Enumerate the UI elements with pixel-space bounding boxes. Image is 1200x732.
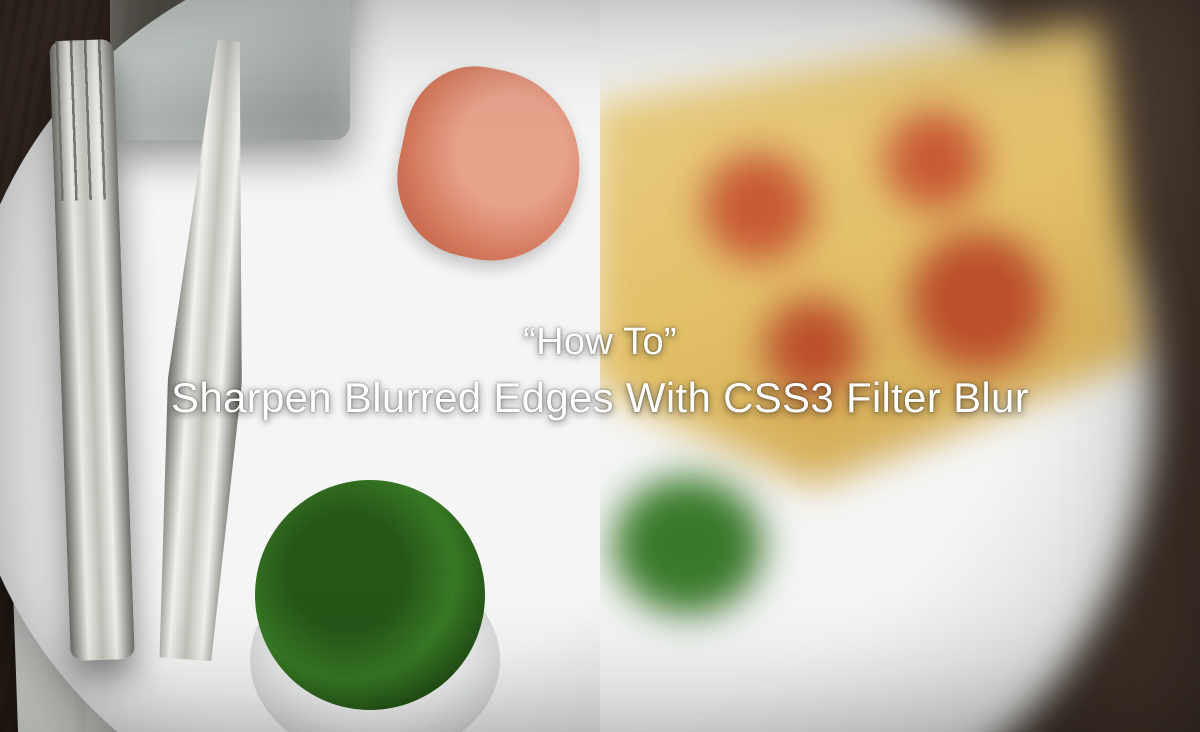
title-line-1: “How To” [523,321,677,364]
title-line-2: Sharpen Blurred Edges With CSS3 Filter B… [171,374,1029,422]
title-caption: “How To” Sharpen Blurred Edges With CSS3… [0,0,1200,732]
hero-image: “How To” Sharpen Blurred Edges With CSS3… [0,0,1200,732]
